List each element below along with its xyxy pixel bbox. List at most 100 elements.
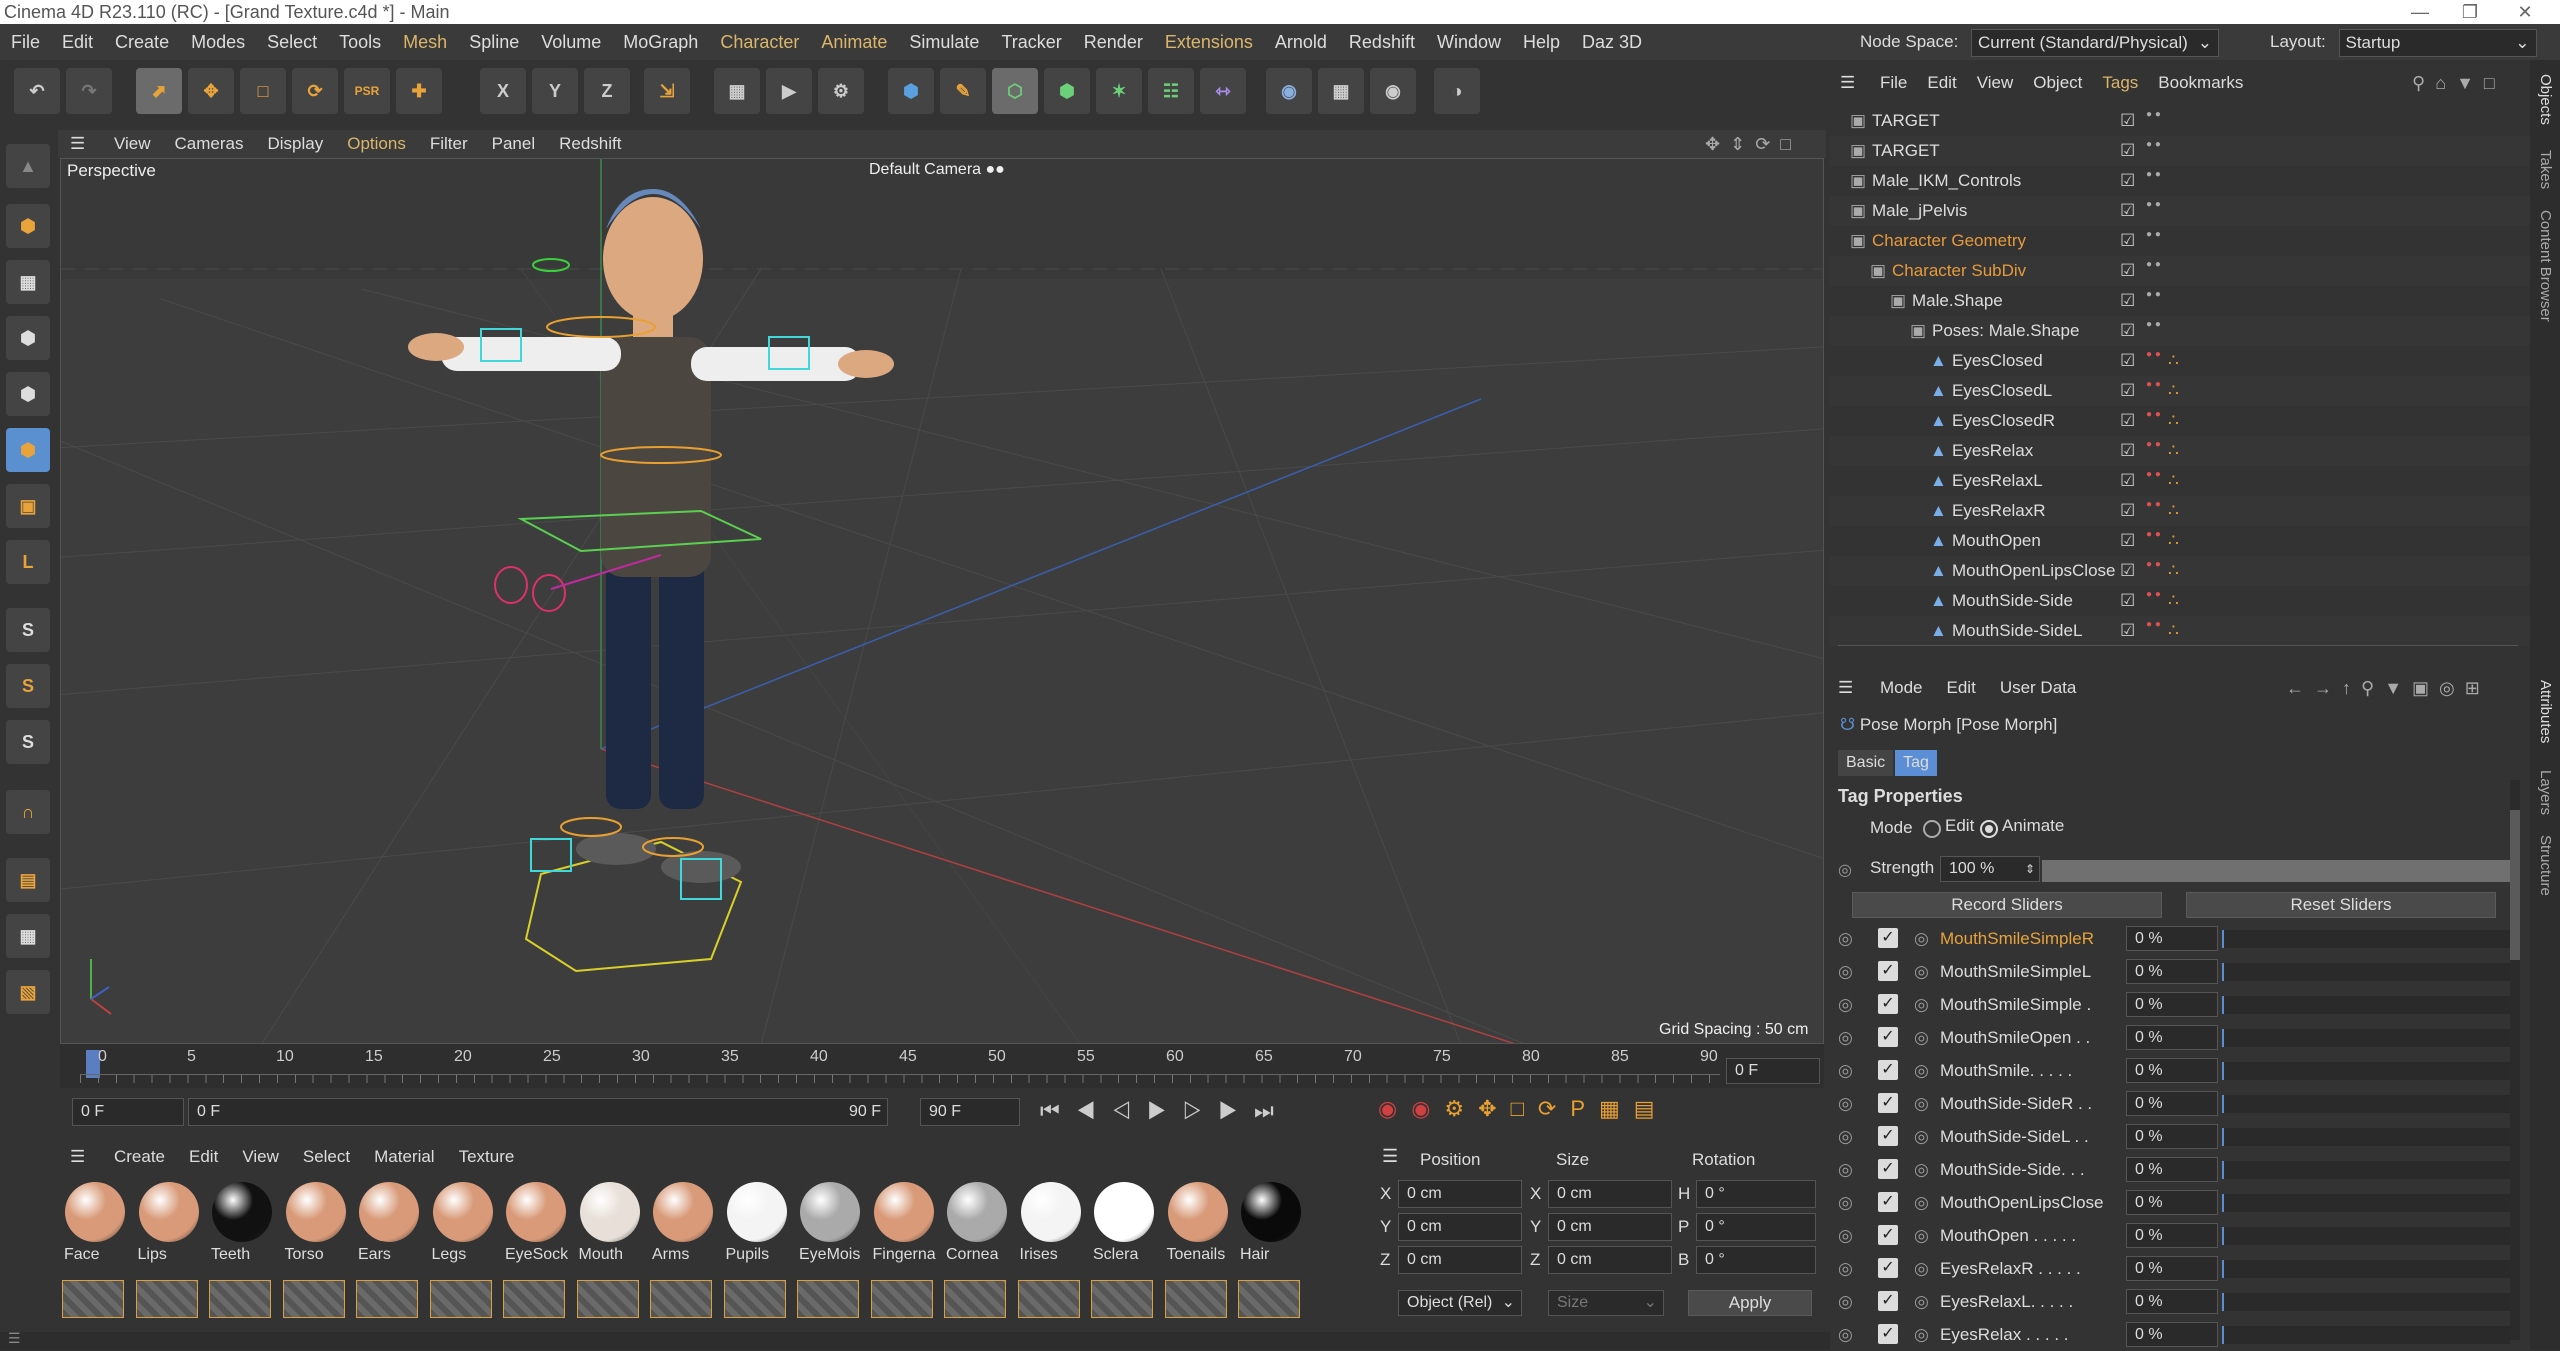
menu-help[interactable]: Help: [1512, 24, 1571, 60]
material-toenails[interactable]: Toenails: [1165, 1182, 1231, 1264]
object-menu-object[interactable]: Object: [2023, 73, 2092, 92]
pose-enable-checkbox[interactable]: ✓: [1878, 928, 1898, 948]
pose-slider[interactable]: [2222, 1227, 2510, 1245]
visibility-dots-icon[interactable]: ● ●: [2146, 168, 2161, 182]
pose-tag-icon[interactable]: ∴: [2168, 436, 2179, 466]
snap-workplane-icon[interactable]: S: [6, 720, 50, 764]
3d-viewport[interactable]: Perspective Default Camera ●● Grid Spaci…: [60, 158, 1824, 1044]
edit-visibility-icon[interactable]: ☑: [2120, 106, 2135, 136]
pose-slider[interactable]: [2222, 1194, 2510, 1212]
visibility-dots-icon[interactable]: ● ●: [2146, 528, 2161, 542]
back-arrow-icon[interactable]: ←: [2286, 678, 2314, 698]
menu-mesh[interactable]: Mesh: [392, 24, 458, 60]
edit-visibility-icon[interactable]: ☑: [2120, 136, 2135, 166]
object-menu-file[interactable]: File: [1870, 73, 1917, 92]
animate-toggle-icon[interactable]: ◎: [1838, 1252, 1853, 1285]
rotation-field[interactable]: 0 °: [1696, 1213, 1816, 1241]
uv-mode-icon[interactable]: ▣: [6, 484, 50, 528]
pose-slider[interactable]: [2222, 1260, 2510, 1278]
animate-toggle-icon[interactable]: ◎: [1838, 860, 1852, 880]
animate-toggle-icon[interactable]: ◎: [1838, 1318, 1853, 1351]
visibility-dots-icon[interactable]: ● ●: [2146, 228, 2161, 242]
edit-visibility-icon[interactable]: ☑: [2120, 466, 2135, 496]
maximize-icon[interactable]: □: [1780, 134, 1801, 154]
pose-slider[interactable]: [2222, 1128, 2510, 1146]
cloner-icon[interactable]: ✶: [1096, 68, 1142, 114]
animate-toggle-icon[interactable]: ◎: [1838, 1153, 1853, 1186]
pose-animate-icon[interactable]: ◎: [1914, 922, 1929, 955]
transform-icon[interactable]: ✚: [396, 68, 442, 114]
edit-visibility-icon[interactable]: ☑: [2120, 256, 2135, 286]
edit-visibility-icon[interactable]: ☑: [2120, 346, 2135, 376]
strength-field[interactable]: 100 % ⇕: [1940, 856, 2040, 882]
pose-value-field[interactable]: 0 %: [2126, 1058, 2218, 1083]
rotation-field[interactable]: 0 °: [1696, 1180, 1816, 1208]
orbit-icon[interactable]: ⟳: [1755, 134, 1780, 154]
menu-create[interactable]: Create: [104, 24, 180, 60]
pose-enable-checkbox[interactable]: ✓: [1878, 1159, 1898, 1179]
scale-icon[interactable]: □: [240, 68, 286, 114]
edit-visibility-icon[interactable]: ☑: [2120, 616, 2135, 646]
edit-visibility-icon[interactable]: ☑: [2120, 556, 2135, 586]
material-swatch[interactable]: [797, 1280, 859, 1318]
pose-slider[interactable]: [2222, 1326, 2510, 1344]
animate-toggle-icon[interactable]: ◎: [1838, 955, 1853, 988]
edit-visibility-icon[interactable]: ☑: [2120, 286, 2135, 316]
size-field[interactable]: 0 cm: [1548, 1246, 1672, 1274]
material-mouth[interactable]: Mouth: [577, 1182, 643, 1264]
viewport-menu-view[interactable]: View: [102, 134, 163, 153]
edit-visibility-icon[interactable]: ☑: [2120, 436, 2135, 466]
position-field[interactable]: 0 cm: [1398, 1180, 1522, 1208]
pose-tag-icon[interactable]: ∴: [2168, 376, 2179, 406]
menu-icon[interactable]: ☰: [58, 1147, 97, 1166]
object-row[interactable]: ▲ MouthSide-SideL ☑ ● ● ∴: [1830, 616, 2530, 646]
edit-visibility-icon[interactable]: ☑: [2120, 586, 2135, 616]
pose-tag-icon[interactable]: ∴: [2168, 616, 2179, 646]
new-window-icon[interactable]: □: [2484, 73, 2505, 93]
pose-animate-icon[interactable]: ◎: [1914, 1219, 1929, 1252]
floor-icon[interactable]: ▦: [1318, 68, 1364, 114]
filter-icon[interactable]: ▼: [2456, 73, 2484, 93]
menu-edit[interactable]: Edit: [51, 24, 104, 60]
tab-content-browser[interactable]: Content Browser: [2537, 210, 2554, 322]
grid-snap-icon[interactable]: ▧: [6, 970, 50, 1014]
object-row[interactable]: ▲ MouthOpen ☑ ● ● ∴: [1830, 526, 2530, 556]
size-mode-dropdown[interactable]: Size ⌄: [1548, 1290, 1664, 1316]
polygons-mode-icon[interactable]: ⬢: [6, 428, 50, 472]
material-sclera[interactable]: Sclera: [1091, 1182, 1157, 1264]
select-live-icon[interactable]: ⬈: [136, 68, 182, 114]
animate-toggle-icon[interactable]: ◎: [1838, 1285, 1853, 1318]
field-icon[interactable]: ◉: [1266, 68, 1312, 114]
visibility-dots-icon[interactable]: ● ●: [2146, 318, 2161, 332]
pose-slider[interactable]: [2222, 1029, 2510, 1047]
node-space-dropdown[interactable]: Current (Standard/Physical) ⌄: [1971, 28, 2220, 57]
filter-icon[interactable]: ▼: [2384, 678, 2412, 698]
pose-enable-checkbox[interactable]: ✓: [1878, 1027, 1898, 1047]
menu-extensions[interactable]: Extensions: [1154, 24, 1264, 60]
visibility-dots-icon[interactable]: ● ●: [2146, 138, 2161, 152]
visibility-dots-icon[interactable]: ● ●: [2146, 108, 2161, 122]
forward-arrow-icon[interactable]: →: [2314, 678, 2342, 698]
edit-visibility-icon[interactable]: ☑: [2120, 376, 2135, 406]
pose-tag-icon[interactable]: ∴: [2168, 586, 2179, 616]
object-row[interactable]: ▣ Male_jPelvis ☑ ● ●: [1830, 196, 2530, 226]
tab-attributes[interactable]: Attributes: [2537, 680, 2554, 743]
workplane-icon[interactable]: ▤: [6, 858, 50, 902]
rotation-field[interactable]: 0 °: [1696, 1246, 1816, 1274]
material-hair[interactable]: Hair: [1238, 1182, 1304, 1264]
pose-value-field[interactable]: 0 %: [2126, 1256, 2218, 1281]
minimize-icon[interactable]: —: [2400, 0, 2440, 24]
menu-spline[interactable]: Spline: [458, 24, 530, 60]
key-pla-icon[interactable]: ▦: [1599, 1096, 1634, 1121]
next-frame-icon[interactable]: ▷: [1183, 1098, 1219, 1123]
pose-enable-checkbox[interactable]: ✓: [1878, 1225, 1898, 1245]
deformer-icon[interactable]: ⇿: [1200, 68, 1246, 114]
material-swatch[interactable]: [135, 1280, 198, 1318]
material-swatch[interactable]: [429, 1280, 492, 1318]
timeline-ruler[interactable]: 0 F 0 5 10 15 20 25 30 35 40 45 50 55 60 65 70 75 80 85 90: [60, 1044, 1824, 1088]
snap-settings-icon[interactable]: S: [6, 664, 50, 708]
coordinate-mode-dropdown[interactable]: Object (Rel) ⌄: [1398, 1290, 1522, 1316]
material-eyesock[interactable]: EyeSock: [503, 1182, 569, 1264]
pose-slider[interactable]: [2222, 996, 2510, 1014]
object-row[interactable]: ▣ Male_IKM_Controls ☑ ● ●: [1830, 166, 2530, 196]
